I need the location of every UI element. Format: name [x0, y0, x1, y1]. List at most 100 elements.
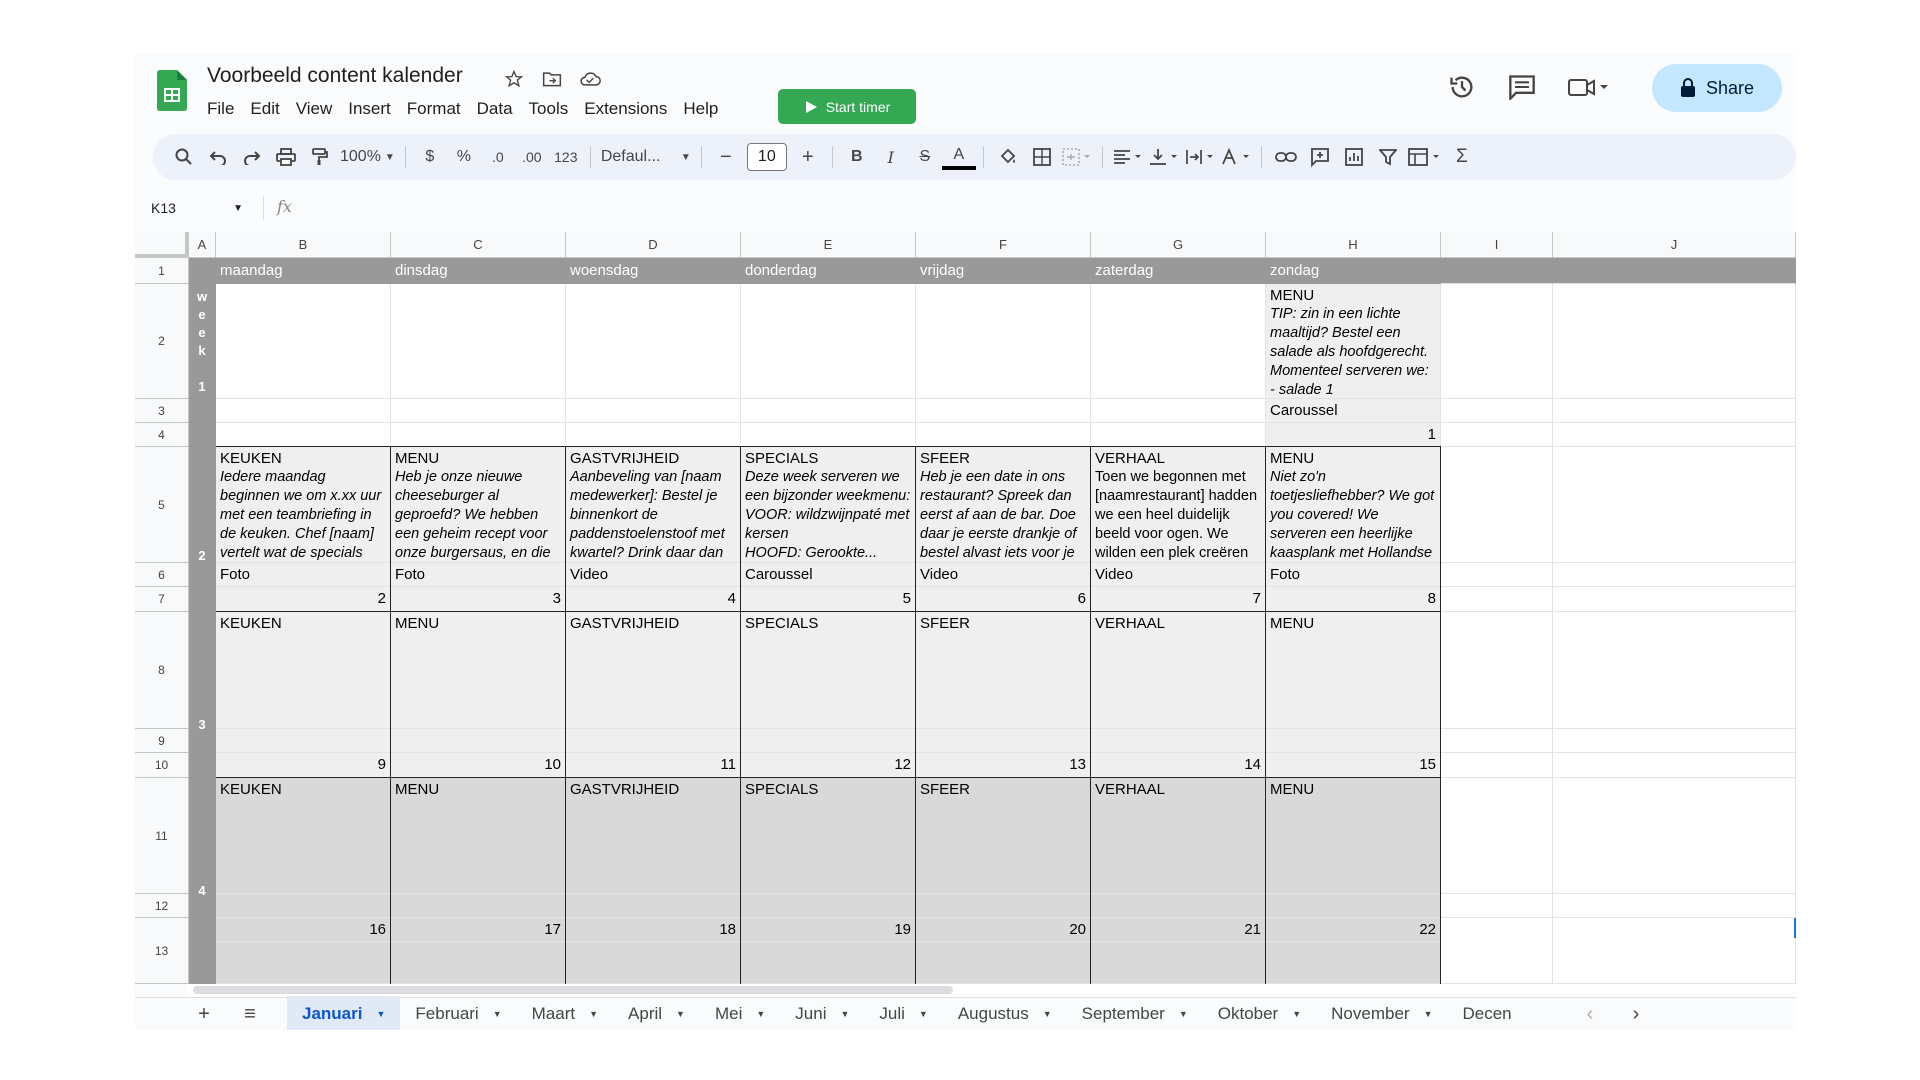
week2-text[interactable]: Toen we begonnen met [naamrestaurant] ha…	[1091, 466, 1266, 563]
move-folder-icon[interactable]	[540, 67, 564, 91]
day-header[interactable]: vrijdag	[916, 258, 1091, 284]
fill-color-icon[interactable]	[991, 142, 1025, 172]
print-icon[interactable]	[269, 142, 303, 172]
row-header-1[interactable]: 1	[135, 258, 189, 284]
week2-format[interactable]: Video	[1091, 563, 1266, 587]
cell[interactable]	[216, 284, 391, 399]
cell[interactable]	[741, 399, 916, 423]
week2-date[interactable]: 7	[1091, 587, 1266, 612]
percent-format-button[interactable]: %	[447, 142, 481, 172]
row-header-11[interactable]: 11	[135, 778, 189, 894]
row-header-8[interactable]: 8	[135, 612, 189, 729]
sheet-tab-november[interactable]: November ▼	[1316, 996, 1447, 1030]
filter-views-icon[interactable]	[1405, 142, 1445, 172]
row-header-13[interactable]: 13	[135, 918, 189, 984]
week4-category[interactable]: VERHAAL	[1091, 778, 1266, 894]
cell[interactable]	[391, 399, 566, 423]
increase-font-size-button[interactable]: +	[791, 142, 825, 172]
week4-date[interactable]: 19	[741, 918, 916, 942]
cell[interactable]	[566, 399, 741, 423]
sheet-tab-juni[interactable]: Juni ▼	[780, 996, 864, 1030]
menu-help[interactable]: Help	[675, 96, 726, 122]
search-menus-icon[interactable]	[167, 142, 201, 172]
cell[interactable]	[1553, 563, 1796, 587]
week2-date[interactable]: 5	[741, 587, 916, 612]
cell[interactable]	[1441, 423, 1553, 447]
zoom-select[interactable]: 100% ▼	[337, 142, 398, 172]
row-header-4[interactable]: 4	[135, 423, 189, 447]
version-history-icon[interactable]	[1445, 70, 1479, 104]
week3-category[interactable]: SPECIALS	[741, 612, 916, 729]
day-header[interactable]: woensdag	[566, 258, 741, 284]
week3-date[interactable]: 13	[916, 753, 1091, 778]
week4-date[interactable]: 17	[391, 918, 566, 942]
meet-icon[interactable]	[1565, 70, 1611, 104]
text-rotation-icon[interactable]	[1218, 142, 1254, 172]
column-header-H[interactable]: H	[1266, 232, 1441, 258]
sheet-tab-mei[interactable]: Mei ▼	[700, 996, 780, 1030]
day-header[interactable]: dinsdag	[391, 258, 566, 284]
row-header-10[interactable]: 10	[135, 753, 189, 778]
row-header-9[interactable]: 9	[135, 729, 189, 753]
week2-text[interactable]: Aanbeveling van [naam medewerker]: Beste…	[566, 466, 741, 563]
name-box[interactable]: K13 ▼	[151, 194, 251, 222]
week3-date[interactable]: 14	[1091, 753, 1266, 778]
cell[interactable]	[741, 284, 916, 399]
scroll-tabs-left-icon[interactable]: ‹	[1567, 1003, 1613, 1026]
week2-text[interactable]: Niet zo'n toetjesliefhebber? We got you …	[1266, 466, 1441, 563]
column-header-C[interactable]: C	[391, 232, 566, 258]
week3-category[interactable]: KEUKEN	[216, 612, 391, 729]
row-header-12[interactable]: 12	[135, 894, 189, 918]
week2-date[interactable]: 4	[566, 587, 741, 612]
column-header-E[interactable]: E	[741, 232, 916, 258]
day-header[interactable]: zaterdag	[1091, 258, 1266, 284]
column-header-G[interactable]: G	[1091, 232, 1266, 258]
filter-icon[interactable]	[1371, 142, 1405, 172]
cell[interactable]	[391, 423, 566, 447]
chevron-down-icon[interactable]: ▼	[676, 1009, 685, 1019]
cell[interactable]	[1553, 447, 1796, 563]
chevron-down-icon[interactable]: ▼	[376, 1009, 385, 1019]
cell[interactable]	[1553, 894, 1796, 918]
column-header-B[interactable]: B	[216, 232, 391, 258]
cell[interactable]	[1553, 918, 1796, 984]
menu-edit[interactable]: Edit	[242, 96, 287, 122]
week4-date[interactable]: 20	[916, 918, 1091, 942]
text-wrapping-icon[interactable]	[1182, 142, 1218, 172]
cell[interactable]	[216, 399, 391, 423]
week2-date[interactable]: 8	[1266, 587, 1441, 612]
day-header[interactable]: maandag	[216, 258, 391, 284]
row-header-5[interactable]: 5	[135, 447, 189, 563]
day-header[interactable]: zondag	[1266, 258, 1441, 284]
sheet-tab-maart[interactable]: Maart ▼	[517, 996, 613, 1030]
week1-sunday-text[interactable]: TIP: zin in een lichte maaltijd? Bestel …	[1266, 303, 1441, 399]
cell[interactable]	[1553, 612, 1796, 729]
paint-format-icon[interactable]	[303, 142, 337, 172]
insert-chart-icon[interactable]	[1337, 142, 1371, 172]
week4-category[interactable]: GASTVRIJHEID	[566, 778, 741, 894]
week1-sunday-format[interactable]: Caroussel	[1266, 399, 1441, 423]
sheet-tab-oktober[interactable]: Oktober ▼	[1203, 996, 1316, 1030]
grid-corner[interactable]	[135, 232, 189, 258]
sheet-tab-april[interactable]: April ▼	[613, 996, 700, 1030]
insert-comment-icon[interactable]	[1303, 142, 1337, 172]
cloud-status-icon[interactable]	[578, 67, 602, 91]
star-icon[interactable]	[502, 67, 526, 91]
menu-data[interactable]: Data	[469, 96, 521, 122]
decrease-font-size-button[interactable]: −	[709, 142, 743, 172]
chevron-down-icon[interactable]: ▼	[589, 1009, 598, 1019]
cell[interactable]	[1091, 399, 1266, 423]
week4-date[interactable]: 16	[216, 918, 391, 942]
number-format-button[interactable]: 123	[549, 142, 583, 172]
all-sheets-icon[interactable]: ≡	[227, 1003, 273, 1026]
sheets-logo-icon[interactable]	[157, 70, 187, 111]
cell[interactable]	[741, 423, 916, 447]
week3-category[interactable]: GASTVRIJHEID	[566, 612, 741, 729]
week2-date[interactable]: 6	[916, 587, 1091, 612]
cell[interactable]	[1553, 284, 1796, 399]
share-button[interactable]: Share	[1652, 64, 1782, 112]
currency-format-button[interactable]: $	[413, 142, 447, 172]
menu-view[interactable]: View	[288, 96, 341, 122]
cell[interactable]	[566, 423, 741, 447]
day-header[interactable]: donderdag	[741, 258, 916, 284]
